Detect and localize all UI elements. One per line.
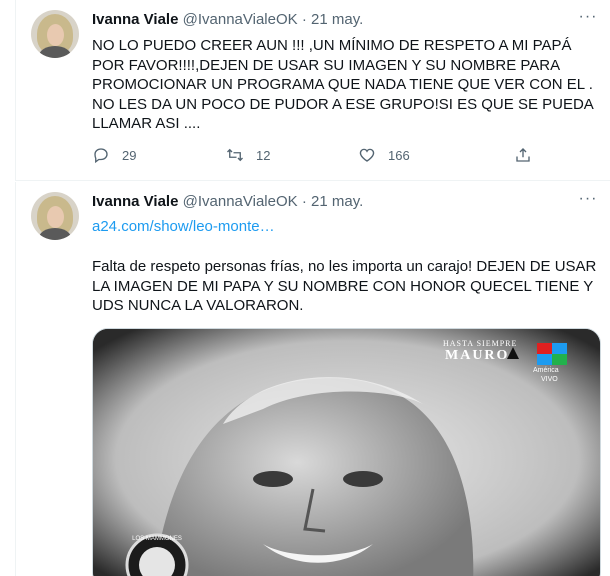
separator: · xyxy=(301,193,307,210)
reply-button[interactable]: 29 xyxy=(92,146,136,164)
tweet-link[interactable]: a24.com/show/leo-monte… xyxy=(92,218,275,235)
show-badge-text: LOS MAMMONES xyxy=(132,536,182,542)
tweet-text: NO LO PUEDO CREER AUN !!! ,UN MÍNIMO DE … xyxy=(92,37,593,132)
like-icon xyxy=(359,148,375,162)
more-icon[interactable]: ··· xyxy=(578,9,598,30)
author-name[interactable]: Ivanna Viale xyxy=(92,11,178,28)
retweet-button[interactable]: 12 xyxy=(226,146,270,164)
channel-live-text: VIVO xyxy=(541,376,558,383)
like-button[interactable]: 166 xyxy=(358,146,410,164)
tweet-text: Falta de respeto personas frías, no les … xyxy=(92,258,597,314)
tweet-header: Ivanna Viale @IvannaVialeOK · 21 may. xyxy=(92,10,363,30)
avatar[interactable] xyxy=(31,192,79,240)
retweet-count: 12 xyxy=(256,147,271,163)
author-handle[interactable]: @IvannaVialeOK xyxy=(183,193,298,210)
author-handle[interactable]: @IvannaVialeOK xyxy=(183,11,298,28)
tweet[interactable]: Ivanna Viale @IvannaVialeOK · 21 may. ··… xyxy=(15,182,610,576)
tweet[interactable]: Ivanna Viale @IvannaVialeOK · 21 may. ··… xyxy=(15,0,610,181)
share-button[interactable] xyxy=(514,146,532,164)
tweet-media-image[interactable]: HASTA SIEMPRE MAURO América VIVO LOS MAM… xyxy=(92,328,601,576)
retweet-icon xyxy=(227,148,243,162)
like-count: 166 xyxy=(388,147,410,163)
tweet-date[interactable]: 21 may. xyxy=(311,193,363,210)
tweet-date[interactable]: 21 may. xyxy=(311,11,363,28)
author-name[interactable]: Ivanna Viale xyxy=(92,193,178,210)
more-icon[interactable]: ··· xyxy=(578,191,598,212)
avatar[interactable] xyxy=(31,10,79,58)
reply-count: 29 xyxy=(122,147,137,163)
tweet-header: Ivanna Viale @IvannaVialeOK · 21 may. xyxy=(92,192,363,212)
overlay-top-text: HASTA SIEMPRE xyxy=(443,339,518,348)
tweet-actions: 29 12 166 xyxy=(92,146,532,168)
channel-sub-text: América xyxy=(533,367,559,374)
reply-icon xyxy=(94,148,108,164)
share-icon xyxy=(516,148,530,162)
overlay-name-text: MAURO xyxy=(445,348,510,363)
separator: · xyxy=(301,11,307,28)
